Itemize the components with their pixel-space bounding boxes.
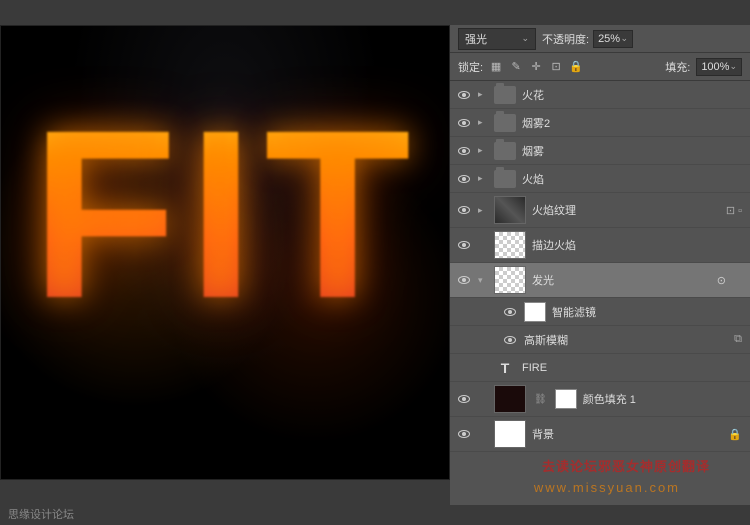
blend-mode-value: 强光 — [465, 31, 487, 47]
eye-icon — [458, 430, 470, 438]
layer-label: 描边火焰 — [532, 237, 744, 253]
layer-thumbnail — [494, 420, 526, 448]
link-icon[interactable]: ⛓ — [534, 394, 547, 405]
folder-icon — [494, 86, 516, 104]
lock-label: 锁定: — [458, 59, 483, 75]
layer-label: 烟雾 — [522, 143, 744, 159]
layer-thumbnail — [494, 266, 526, 294]
layer-label: 火焰纹理 — [532, 202, 744, 218]
mask-thumbnail — [555, 389, 577, 409]
blend-mode-dropdown[interactable]: 强光 ⌄ — [458, 28, 536, 50]
layer-label: 烟雾2 — [522, 115, 744, 131]
visibility-toggle[interactable] — [456, 391, 472, 407]
layer-thumbnail — [494, 231, 526, 259]
layers-list: ▸ 火花 ▸ 烟雾2 ▸ 烟雾 ▸ 火焰 — [450, 81, 750, 505]
layer-thumbnail — [494, 196, 526, 224]
folder-icon — [494, 170, 516, 188]
layer-row-glow[interactable]: ▾ 发光 ⊙ — [450, 263, 750, 298]
expand-toggle[interactable]: ▸ — [478, 89, 488, 100]
fill-input[interactable]: 100% ⌄ — [696, 58, 742, 76]
opacity-value: 25% — [598, 33, 620, 45]
expand-toggle[interactable]: ▸ — [478, 117, 488, 128]
eye-icon — [458, 206, 470, 214]
layer-label: FIRE — [522, 362, 744, 374]
expand-toggle[interactable]: ▸ — [478, 173, 488, 184]
layer-label: 颜色填充 1 — [583, 391, 744, 407]
eye-icon — [458, 175, 470, 183]
chevron-down-icon: ⌄ — [621, 33, 629, 44]
layer-row-flame[interactable]: ▸ 火焰 — [450, 165, 750, 193]
visibility-toggle[interactable] — [456, 360, 472, 376]
watermark-orange: www.missyuan.com — [534, 480, 680, 495]
filter-options-icon[interactable]: ⧉ — [734, 333, 742, 346]
expand-toggle[interactable]: ▸ — [478, 205, 488, 216]
filter-mask-thumbnail — [524, 302, 546, 322]
fill-label: 填充: — [665, 59, 690, 75]
layer-row-color-fill[interactable]: ⛓ 颜色填充 1 — [450, 382, 750, 417]
lock-position-icon[interactable]: ✛ — [529, 60, 543, 74]
layer-row-smoke[interactable]: ▸ 烟雾 — [450, 137, 750, 165]
expand-toggle[interactable]: ▸ — [478, 145, 488, 156]
visibility-toggle[interactable] — [456, 143, 472, 159]
lock-icons-group: ▦ ✎ ✛ ⊡ 🔒 — [489, 60, 583, 74]
folder-icon — [494, 114, 516, 132]
eye-icon — [504, 336, 516, 344]
visibility-toggle[interactable] — [456, 426, 472, 442]
lock-transparency-icon[interactable]: ▦ — [489, 60, 503, 74]
visibility-toggle[interactable] — [456, 272, 472, 288]
smart-object-icon: ⊙ — [717, 274, 726, 287]
layer-row-smart-filters[interactable]: 智能滤镜 — [450, 298, 750, 326]
layer-row-stroke-flame[interactable]: 描边火焰 — [450, 228, 750, 263]
visibility-toggle[interactable] — [456, 237, 472, 253]
layer-label: 火焰 — [522, 171, 744, 187]
layer-row-fire-text[interactable]: T FIRE — [450, 354, 750, 382]
lock-artboard-icon[interactable]: ⊡ — [549, 60, 563, 74]
visibility-toggle[interactable] — [456, 87, 472, 103]
layer-thumbnail — [494, 385, 526, 413]
fill-value: 100% — [701, 61, 729, 73]
visibility-toggle[interactable] — [456, 202, 472, 218]
layer-badges: ⊡ ▫ — [726, 204, 742, 217]
layer-label: 发光 — [532, 272, 744, 288]
layer-row-smoke2[interactable]: ▸ 烟雾2 — [450, 109, 750, 137]
eye-icon — [458, 241, 470, 249]
chevron-down-icon: ⌄ — [521, 33, 529, 44]
layers-panel: 强光 ⌄ 不透明度: 25% ⌄ 锁定: ▦ ✎ ✛ ⊡ 🔒 填充: — [450, 25, 750, 505]
layer-row-gaussian-blur[interactable]: 高斯模糊 ⧉ — [450, 326, 750, 354]
opacity-input[interactable]: 25% ⌄ — [593, 30, 633, 48]
layer-label: 火花 — [522, 87, 744, 103]
eye-icon — [458, 147, 470, 155]
layer-label: 智能滤镜 — [552, 304, 744, 320]
layer-label: 高斯模糊 — [524, 332, 744, 348]
eye-icon — [458, 276, 470, 284]
folder-icon — [494, 142, 516, 160]
expand-toggle[interactable]: ▾ — [478, 275, 488, 286]
visibility-toggle[interactable] — [456, 115, 472, 131]
fire-glow — [1, 26, 449, 479]
footer-credit: 思缘设计论坛 — [8, 506, 74, 522]
eye-icon — [458, 119, 470, 127]
eye-icon — [504, 308, 516, 316]
visibility-toggle[interactable] — [502, 304, 518, 320]
layer-row-flame-texture[interactable]: ▸ 火焰纹理 ⊡ ▫ — [450, 193, 750, 228]
lock-fill-row: 锁定: ▦ ✎ ✛ ⊡ 🔒 填充: 100% ⌄ — [450, 53, 750, 81]
lock-icon: 🔒 — [728, 428, 742, 441]
visibility-toggle[interactable] — [456, 171, 472, 187]
watermark-red: 去读论坛邪恶女神原创翻译 — [542, 456, 710, 475]
eye-icon — [458, 395, 470, 403]
eye-icon — [458, 91, 470, 99]
type-layer-icon: T — [494, 360, 516, 376]
visibility-toggle[interactable] — [502, 332, 518, 348]
lock-pixels-icon[interactable]: ✎ — [509, 60, 523, 74]
chevron-down-icon: ⌄ — [729, 61, 737, 72]
layer-row-background[interactable]: 背景 🔒 — [450, 417, 750, 452]
lock-all-icon[interactable]: 🔒 — [569, 60, 583, 74]
layer-row-sparks[interactable]: ▸ 火花 — [450, 81, 750, 109]
blend-opacity-row: 强光 ⌄ 不透明度: 25% ⌄ — [450, 25, 750, 53]
canvas-viewport[interactable]: FIT — [0, 25, 450, 480]
opacity-label: 不透明度: — [542, 31, 589, 47]
layer-label: 背景 — [532, 426, 744, 442]
